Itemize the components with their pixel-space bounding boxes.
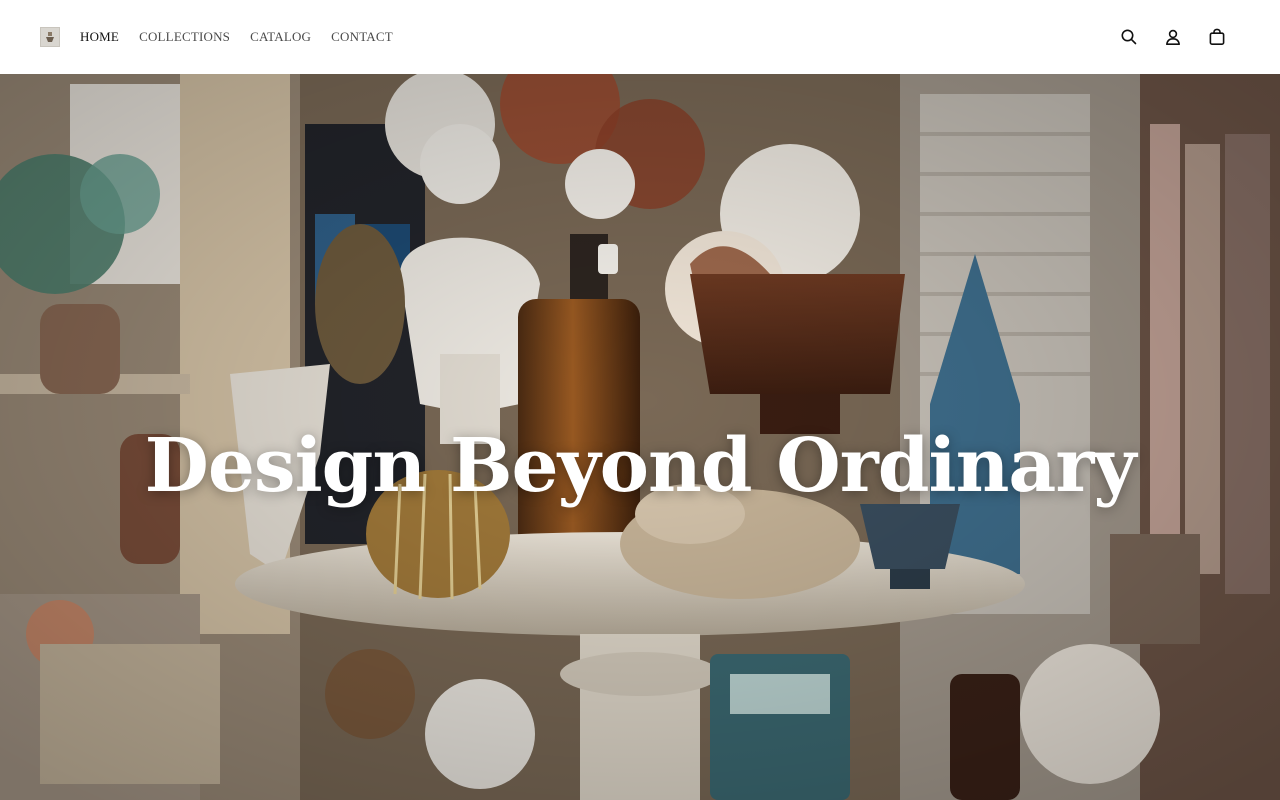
search-icon[interactable] — [1118, 26, 1140, 48]
cart-icon[interactable] — [1206, 26, 1228, 48]
site-header: HOME COLLECTIONS CATALOG CONTACT — [0, 0, 1280, 74]
account-icon[interactable] — [1162, 26, 1184, 48]
hero-title: Design Beyond Ordinary — [144, 423, 1137, 509]
main-nav: HOME COLLECTIONS CATALOG CONTACT — [80, 29, 393, 45]
nav-collections-link[interactable]: COLLECTIONS — [139, 29, 230, 45]
nav-contact-link[interactable]: CONTACT — [331, 29, 393, 45]
nav-home-link[interactable]: HOME — [80, 29, 119, 45]
hero-banner: Design Beyond Ordinary — [0, 74, 1280, 800]
nav-catalog-link[interactable]: CATALOG — [250, 29, 311, 45]
shop-logo-icon[interactable] — [40, 27, 60, 47]
header-icons — [1118, 26, 1228, 48]
